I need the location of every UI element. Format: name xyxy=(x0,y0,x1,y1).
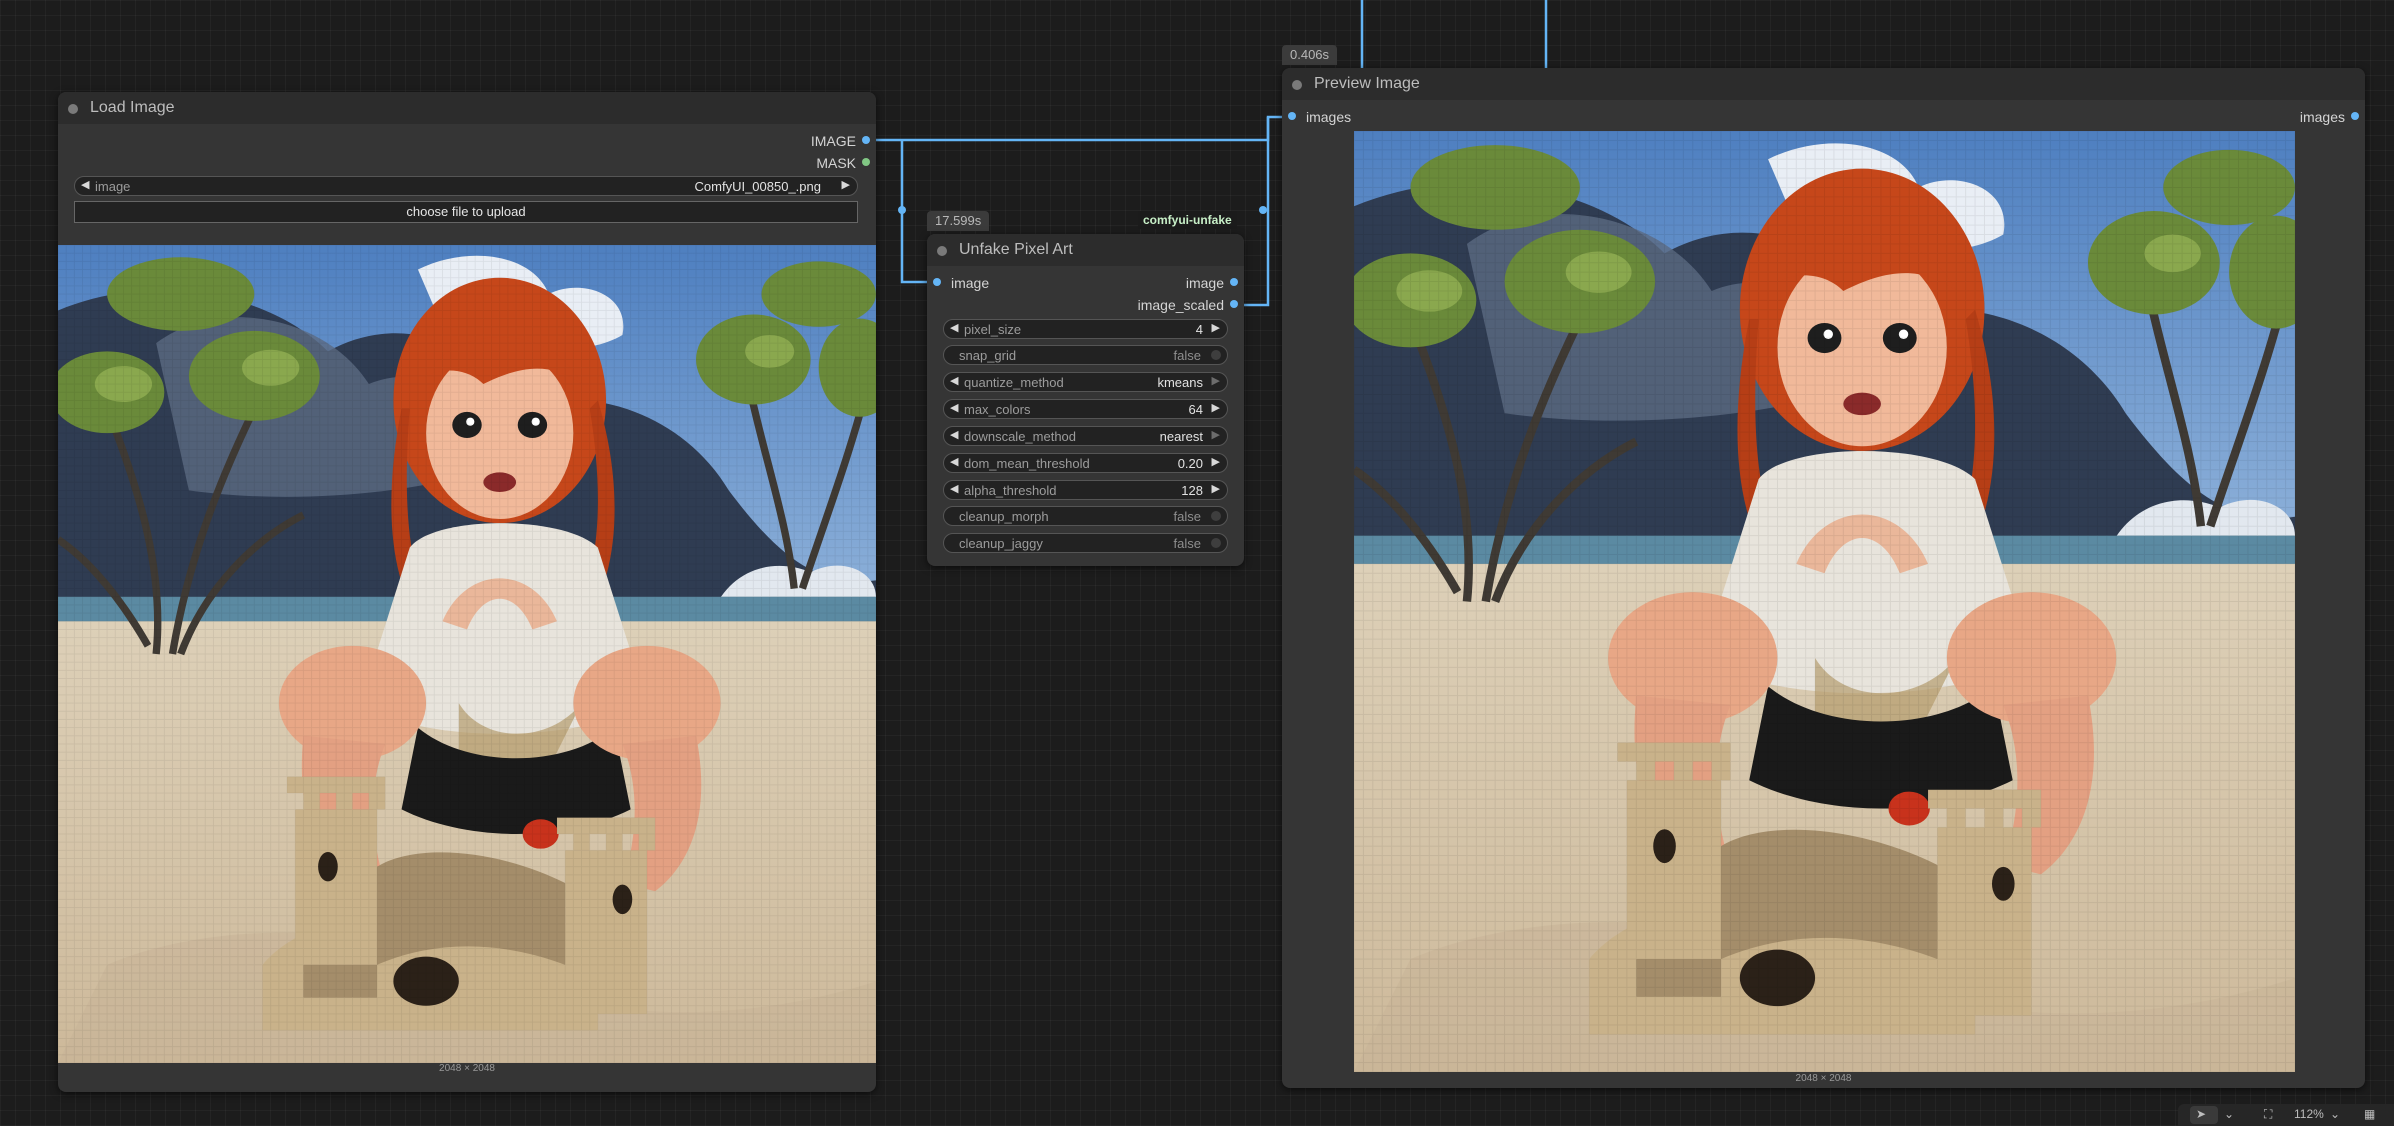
widget-value: 0.20 xyxy=(1177,456,1203,471)
combo-next-arrow-icon[interactable]: ▶ xyxy=(1212,428,1220,441)
output-image-scaled-label: image_scaled xyxy=(1137,297,1224,313)
unfake-pixel-art-node[interactable]: Unfake Pixel Art image image image_scale… xyxy=(927,234,1244,566)
quantize-method-combo[interactable]: ◀ quantize_method kmeans ▶ xyxy=(943,372,1228,392)
load-image-node[interactable]: Load Image IMAGE MASK ◀ image ComfyUI_00… xyxy=(58,92,876,1092)
widget-value: 128 xyxy=(1181,483,1203,498)
input-images-port[interactable] xyxy=(1288,112,1296,120)
widget-label: image xyxy=(95,179,131,194)
widget-label: snap_grid xyxy=(959,348,1017,363)
node-header[interactable]: Preview Image xyxy=(1282,68,2365,100)
node-title: Preview Image xyxy=(1314,75,1420,92)
image-file-combo[interactable]: ◀ image ComfyUI_00850_.png ▶ xyxy=(74,176,858,196)
widget-label: alpha_threshold xyxy=(964,483,1057,498)
combo-next-arrow-icon[interactable]: ▶ xyxy=(1212,374,1220,387)
widget-value: 4 xyxy=(1195,322,1203,337)
widget-label: max_colors xyxy=(964,402,1031,417)
combo-prev-arrow-icon[interactable]: ◀ xyxy=(950,428,958,441)
increment-arrow-icon[interactable]: ▶ xyxy=(1212,455,1220,468)
chevron-down-icon[interactable]: ⌄ xyxy=(2330,1107,2340,1121)
output-image-scaled-port[interactable] xyxy=(1230,300,1238,308)
widget-value: false xyxy=(1173,348,1201,363)
loaded-image xyxy=(58,245,876,1063)
combo-next-arrow-icon[interactable]: ▶ xyxy=(842,178,850,191)
increment-arrow-icon[interactable]: ▶ xyxy=(1212,401,1220,414)
widget-label: cleanup_morph xyxy=(959,509,1049,524)
chevron-down-icon[interactable]: ⌄ xyxy=(2224,1107,2234,1121)
widget-value: 64 xyxy=(1188,402,1203,417)
pixel-size-widget[interactable]: ◀ pixel_size 4 ▶ xyxy=(943,319,1228,339)
widget-label: dom_mean_threshold xyxy=(964,456,1090,471)
toggle-knob-icon[interactable] xyxy=(1211,350,1221,360)
decrement-arrow-icon[interactable]: ◀ xyxy=(950,401,958,414)
image-size-label: 2048 × 2048 xyxy=(439,1063,495,1074)
combo-prev-arrow-icon[interactable]: ◀ xyxy=(950,374,958,387)
input-image-label: image xyxy=(951,275,990,291)
node-header[interactable]: Unfake Pixel Art xyxy=(927,234,1244,266)
minimap-icon[interactable]: ▦ xyxy=(2364,1107,2375,1121)
widget-value: false xyxy=(1173,536,1201,551)
widget-value: kmeans xyxy=(1157,375,1203,390)
dom-mean-threshold-widget[interactable]: ◀ dom_mean_threshold 0.20 ▶ xyxy=(943,453,1228,473)
output-image-label: IMAGE xyxy=(810,133,856,149)
canvas-toolbar: ➤ ⌄ ⛶ 112% ⌄ ▦ xyxy=(2178,1104,2394,1126)
widget-label: cleanup_jaggy xyxy=(959,536,1043,551)
increment-arrow-icon[interactable]: ▶ xyxy=(1212,321,1220,334)
widget-value: ComfyUI_00850_.png xyxy=(694,179,821,194)
extension-badge: comfyui-unfake xyxy=(1138,211,1237,229)
widget-label: quantize_method xyxy=(964,375,1064,390)
collapse-dot-icon[interactable] xyxy=(937,246,947,256)
collapse-dot-icon[interactable] xyxy=(1292,80,1302,90)
downscale-method-combo[interactable]: ◀ downscale_method nearest ▶ xyxy=(943,426,1228,446)
output-mask-label: MASK xyxy=(816,155,856,171)
output-image-port[interactable] xyxy=(1230,278,1238,286)
preview-image xyxy=(1354,131,2295,1072)
node-title: Unfake Pixel Art xyxy=(959,241,1073,258)
output-images-port[interactable] xyxy=(2351,112,2359,120)
pointer-icon[interactable]: ➤ xyxy=(2196,1107,2206,1121)
widget-value: false xyxy=(1173,509,1201,524)
input-image-port[interactable] xyxy=(933,278,941,286)
input-images-label: images xyxy=(1306,109,1352,125)
toggle-knob-icon[interactable] xyxy=(1211,538,1221,548)
choose-file-upload-button[interactable]: choose file to upload xyxy=(74,201,858,223)
toggle-knob-icon[interactable] xyxy=(1211,511,1221,521)
image-size-label: 2048 × 2048 xyxy=(1795,1073,1852,1084)
execution-time-badge: 17.599s xyxy=(927,211,990,231)
output-images-label: images xyxy=(2299,109,2345,125)
zoom-level[interactable]: 112% xyxy=(2294,1107,2324,1121)
preview-image-node[interactable]: Preview Image images images 2048 × 2048 xyxy=(1282,68,2365,1088)
node-header[interactable]: Load Image xyxy=(58,92,876,124)
widget-label: pixel_size xyxy=(964,322,1022,337)
cleanup-morph-toggle[interactable]: cleanup_morph false xyxy=(943,506,1228,526)
combo-prev-arrow-icon[interactable]: ◀ xyxy=(81,178,89,191)
node-title: Load Image xyxy=(90,99,175,116)
decrement-arrow-icon[interactable]: ◀ xyxy=(950,321,958,334)
collapse-dot-icon[interactable] xyxy=(68,104,78,114)
widget-value: nearest xyxy=(1159,429,1203,444)
increment-arrow-icon[interactable]: ▶ xyxy=(1212,482,1220,495)
cleanup-jaggy-toggle[interactable]: cleanup_jaggy false xyxy=(943,533,1228,553)
max-colors-widget[interactable]: ◀ max_colors 64 ▶ xyxy=(943,399,1228,419)
execution-time-badge: 0.406s xyxy=(1282,45,1338,65)
widget-label: downscale_method xyxy=(964,429,1077,444)
snap-grid-toggle[interactable]: snap_grid false xyxy=(943,345,1228,365)
output-mask-port[interactable] xyxy=(862,158,870,166)
decrement-arrow-icon[interactable]: ◀ xyxy=(950,455,958,468)
decrement-arrow-icon[interactable]: ◀ xyxy=(950,482,958,495)
output-image-label: image xyxy=(1185,275,1224,291)
fit-view-icon[interactable]: ⛶ xyxy=(2264,1107,2272,1122)
alpha-threshold-widget[interactable]: ◀ alpha_threshold 128 ▶ xyxy=(943,480,1228,500)
output-image-port[interactable] xyxy=(862,136,870,144)
